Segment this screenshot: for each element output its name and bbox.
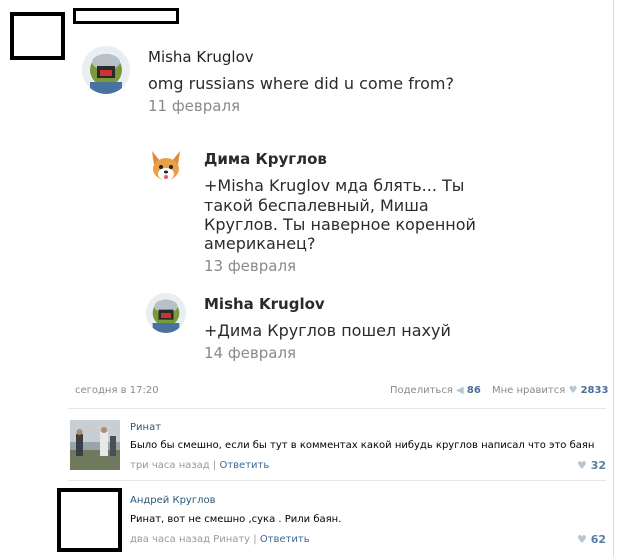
redacted-author-name	[73, 8, 179, 24]
corgi-icon	[152, 151, 180, 180]
share-label: Поделиться	[390, 385, 453, 396]
like-button[interactable]: Мне нравится ♥ 2833	[492, 385, 608, 396]
avatar[interactable]	[70, 420, 120, 470]
reply-button[interactable]: Ответить	[260, 534, 310, 545]
comment-text: Ринат, вот не смешно ,сука . Рили баян.	[130, 514, 342, 525]
comment-time[interactable]: два часа назад Ринату	[130, 534, 250, 545]
separator: |	[253, 534, 257, 545]
avatar[interactable]	[82, 46, 130, 94]
avatar-image-icon	[146, 293, 186, 333]
comment-date[interactable]: 11 февраля	[148, 97, 240, 115]
post-card: Misha Kruglov omg russians where did u c…	[0, 0, 614, 557]
heart-icon: ♥	[568, 385, 578, 396]
reply-text-line-3: Круглов. Ты наверное коренной	[204, 215, 476, 234]
like-count: 2833	[580, 385, 609, 396]
share-button[interactable]: Поделиться ◀ 86	[390, 385, 481, 396]
reply-text-line-2: такой беспалевный, Миша	[204, 196, 429, 215]
photo-icon	[70, 420, 120, 470]
comment-like-count: 62	[590, 533, 607, 546]
reply-author[interactable]: Misha Kruglov	[204, 295, 325, 313]
post-timestamp[interactable]: сегодня в 17:20	[75, 385, 159, 396]
divider	[68, 408, 606, 409]
comment-meta: три часа назад | Ответить	[130, 460, 269, 471]
heart-icon: ♥	[577, 459, 587, 472]
separator: |	[212, 460, 217, 471]
divider	[68, 480, 606, 481]
megaphone-icon: ◀	[456, 385, 464, 396]
comment-author[interactable]: Misha Kruglov	[148, 48, 254, 66]
comment-like-button[interactable]: ♥ 32	[577, 459, 606, 472]
comment-author[interactable]: Ринат	[130, 422, 161, 433]
comment-like-count: 32	[590, 459, 607, 472]
like-label: Мне нравится	[492, 385, 566, 396]
reply-button[interactable]: Ответить	[219, 460, 269, 471]
reply-text: +Дима Круглов пошел нахуй	[204, 321, 451, 340]
comment-text: Было бы смешно, если бы тут в комментах …	[130, 440, 595, 451]
avatar[interactable]	[146, 293, 186, 333]
comment-text: omg russians where did u come from?	[148, 74, 454, 93]
redacted-avatar	[57, 488, 122, 552]
reply-date[interactable]: 13 февраля	[204, 257, 296, 275]
comment-meta: два часа назад Ринату | Ответить	[130, 534, 310, 545]
reply-text-line-4: американец?	[204, 234, 316, 253]
redacted-avatar	[10, 12, 65, 60]
share-count: 86	[466, 385, 481, 396]
avatar-image-icon	[82, 46, 130, 94]
reply-author[interactable]: Дима Круглов	[204, 150, 327, 168]
heart-icon: ♥	[577, 533, 587, 546]
avatar[interactable]	[146, 145, 186, 185]
comment-like-button[interactable]: ♥ 62	[577, 533, 606, 546]
reply-date[interactable]: 14 февраля	[204, 344, 296, 362]
comment-author[interactable]: Андрей Круглов	[130, 495, 216, 506]
reply-text-line-1: +Misha Kruglov мда блять... Ты	[204, 176, 465, 195]
comment-time[interactable]: три часа назад	[130, 460, 210, 471]
